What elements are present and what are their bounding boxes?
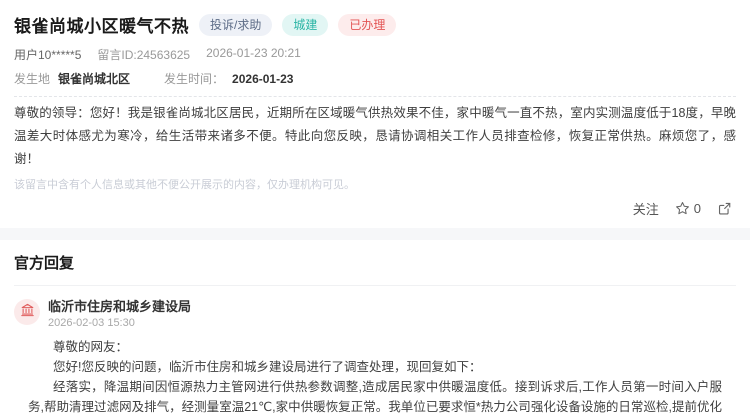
message-id: 留言ID:24563625	[97, 46, 190, 63]
follow-label: 关注	[633, 199, 659, 218]
share-button[interactable]	[717, 201, 732, 216]
agency-info: 临沂市住房和城乡建设局 2026-02-03 15:30	[48, 299, 191, 329]
agency-name: 临沂市住房和城乡建设局	[48, 299, 191, 314]
reply-time: 2026-02-03 15:30	[48, 317, 191, 329]
official-reply-heading: 官方回复	[14, 252, 736, 286]
title-row: 银雀尚城小区暖气不热 投诉/求助 城建 已办理	[14, 12, 736, 37]
agency-avatar	[14, 299, 40, 325]
reply-paragraph: 尊敬的网友：	[28, 337, 722, 357]
star-icon	[675, 201, 690, 216]
location-row: 发生地 银雀尚城北区 发生时间： 2026-01-23	[14, 70, 736, 87]
post-time: 2026-01-23 20:21	[206, 46, 301, 63]
government-building-icon	[20, 302, 35, 322]
complaint-body: 尊敬的领导：您好！我是银雀尚城北区居民，近期所在区域暖气供热效果不佳，家中暖气一…	[14, 102, 736, 171]
dotted-divider	[14, 96, 736, 97]
reply-paragraph: 您好!您反映的问题，临沂市住房和城乡建设局进行了调查处理，现回复如下：	[28, 357, 722, 377]
reply-body: 尊敬的网友： 您好!您反映的问题，临沂市住房和城乡建设局进行了调查处理，现回复如…	[14, 337, 736, 416]
star-button[interactable]: 0	[675, 201, 701, 216]
occur-time-label: 发生时间：	[164, 70, 224, 87]
status-badge: 已办理	[338, 14, 396, 36]
occur-time-value: 2026-01-23	[232, 72, 293, 86]
star-count: 0	[694, 201, 701, 216]
section-divider	[0, 228, 750, 240]
tag-topic: 城建	[282, 14, 328, 36]
complaint-section: 银雀尚城小区暖气不热 投诉/求助 城建 已办理 用户10*****5 留言ID:…	[0, 0, 750, 228]
tag-complaint-type: 投诉/求助	[199, 14, 272, 36]
location-label: 发生地	[14, 70, 50, 87]
action-bar: 关注 0	[14, 199, 736, 218]
share-icon	[717, 201, 732, 216]
reply-paragraph: 经落实，降温期间因恒源热力主管网进行供热参数调整,造成居民家中供暖温度低。接到诉…	[28, 377, 722, 416]
complaint-title: 银雀尚城小区暖气不热	[14, 12, 189, 37]
privacy-note: 该留言中含有个人信息或其他不便公开展示的内容，仅办理机构可见。	[14, 176, 736, 192]
follow-button[interactable]: 关注	[633, 199, 659, 218]
complaint-detail-page: 银雀尚城小区暖气不热 投诉/求助 城建 已办理 用户10*****5 留言ID:…	[0, 0, 750, 416]
location-value: 银雀尚城北区	[58, 70, 130, 87]
official-reply-section: 官方回复 临沂市住房和城乡建设局 2026-02-0	[0, 240, 750, 416]
complaint-user: 用户10*****5	[14, 46, 81, 63]
meta-row: 用户10*****5 留言ID:24563625 2026-01-23 20:2…	[14, 46, 736, 63]
reply-header: 临沂市住房和城乡建设局 2026-02-03 15:30	[14, 299, 736, 329]
